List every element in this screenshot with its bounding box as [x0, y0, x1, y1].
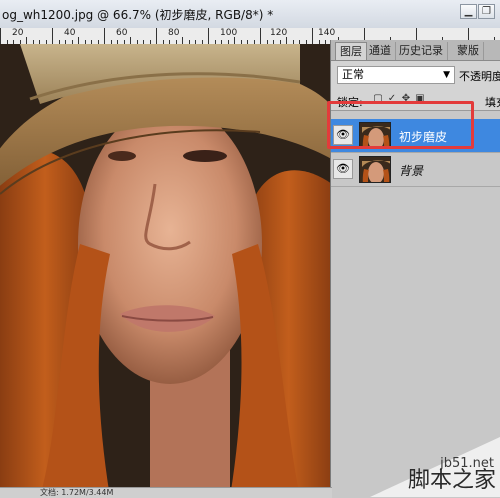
layer-thumbnail: [359, 156, 391, 183]
watermark-brand: 脚本之家: [407, 468, 496, 493]
blend-mode-value: 正常: [342, 68, 364, 81]
document-canvas[interactable]: [0, 44, 332, 497]
ruler-tick: [130, 37, 131, 44]
ruler-tick: [182, 37, 183, 44]
fill-label: 填充: [485, 96, 500, 109]
tab-masks[interactable]: 蒙版: [453, 42, 484, 60]
ruler-tick: [104, 28, 105, 44]
ruler-label: 60: [116, 28, 128, 38]
tab-history[interactable]: 历史记录: [395, 42, 448, 60]
status-bar: 文档: 1.72M/3.44M: [0, 487, 332, 498]
opacity-label: 不透明度: [459, 70, 500, 83]
blend-mode-select[interactable]: 正常 ▼: [337, 66, 455, 84]
panel-tabs: 图层 通道 历史记录 蒙版: [331, 40, 500, 61]
tab-layers[interactable]: 图层: [335, 42, 367, 60]
portrait-photo: [0, 44, 332, 497]
ruler-label: 20: [12, 28, 24, 38]
layer-row-background[interactable]: 👁 背景: [331, 153, 500, 187]
ruler-tick: [26, 37, 27, 44]
ruler-label: 140: [318, 28, 336, 38]
document-title-bar: og_wh1200.jpg @ 66.7% (初步磨皮, RGB/8*) * ▁…: [0, 0, 500, 29]
ruler-tick: [0, 28, 1, 44]
ruler-tick: [156, 28, 157, 44]
site-watermark: jb51.net 脚本之家: [350, 417, 500, 497]
layer-name: 背景: [399, 164, 424, 178]
restore-button[interactable]: ❐: [478, 4, 495, 19]
ruler-tick: [208, 28, 209, 44]
ruler-tick: [312, 28, 313, 44]
tab-channels[interactable]: 通道: [365, 42, 396, 60]
minimize-button[interactable]: ▁: [460, 4, 477, 19]
ruler-label: 120: [270, 28, 288, 38]
ruler-tick: [260, 28, 261, 44]
ruler-tick: [286, 37, 287, 44]
annotation-highlight: [327, 101, 474, 149]
ruler-label: 40: [64, 28, 76, 38]
ruler-tick: [234, 37, 235, 44]
eye-icon[interactable]: 👁: [333, 159, 353, 179]
chevron-down-icon: ▼: [443, 70, 450, 80]
status-text: 文档: 1.72M/3.44M: [40, 488, 114, 497]
document-title: og_wh1200.jpg @ 66.7% (初步磨皮, RGB/8*) *: [2, 8, 274, 22]
ruler-label: 80: [168, 28, 180, 38]
ruler-tick: [52, 28, 53, 44]
ruler-tick: [78, 37, 79, 44]
